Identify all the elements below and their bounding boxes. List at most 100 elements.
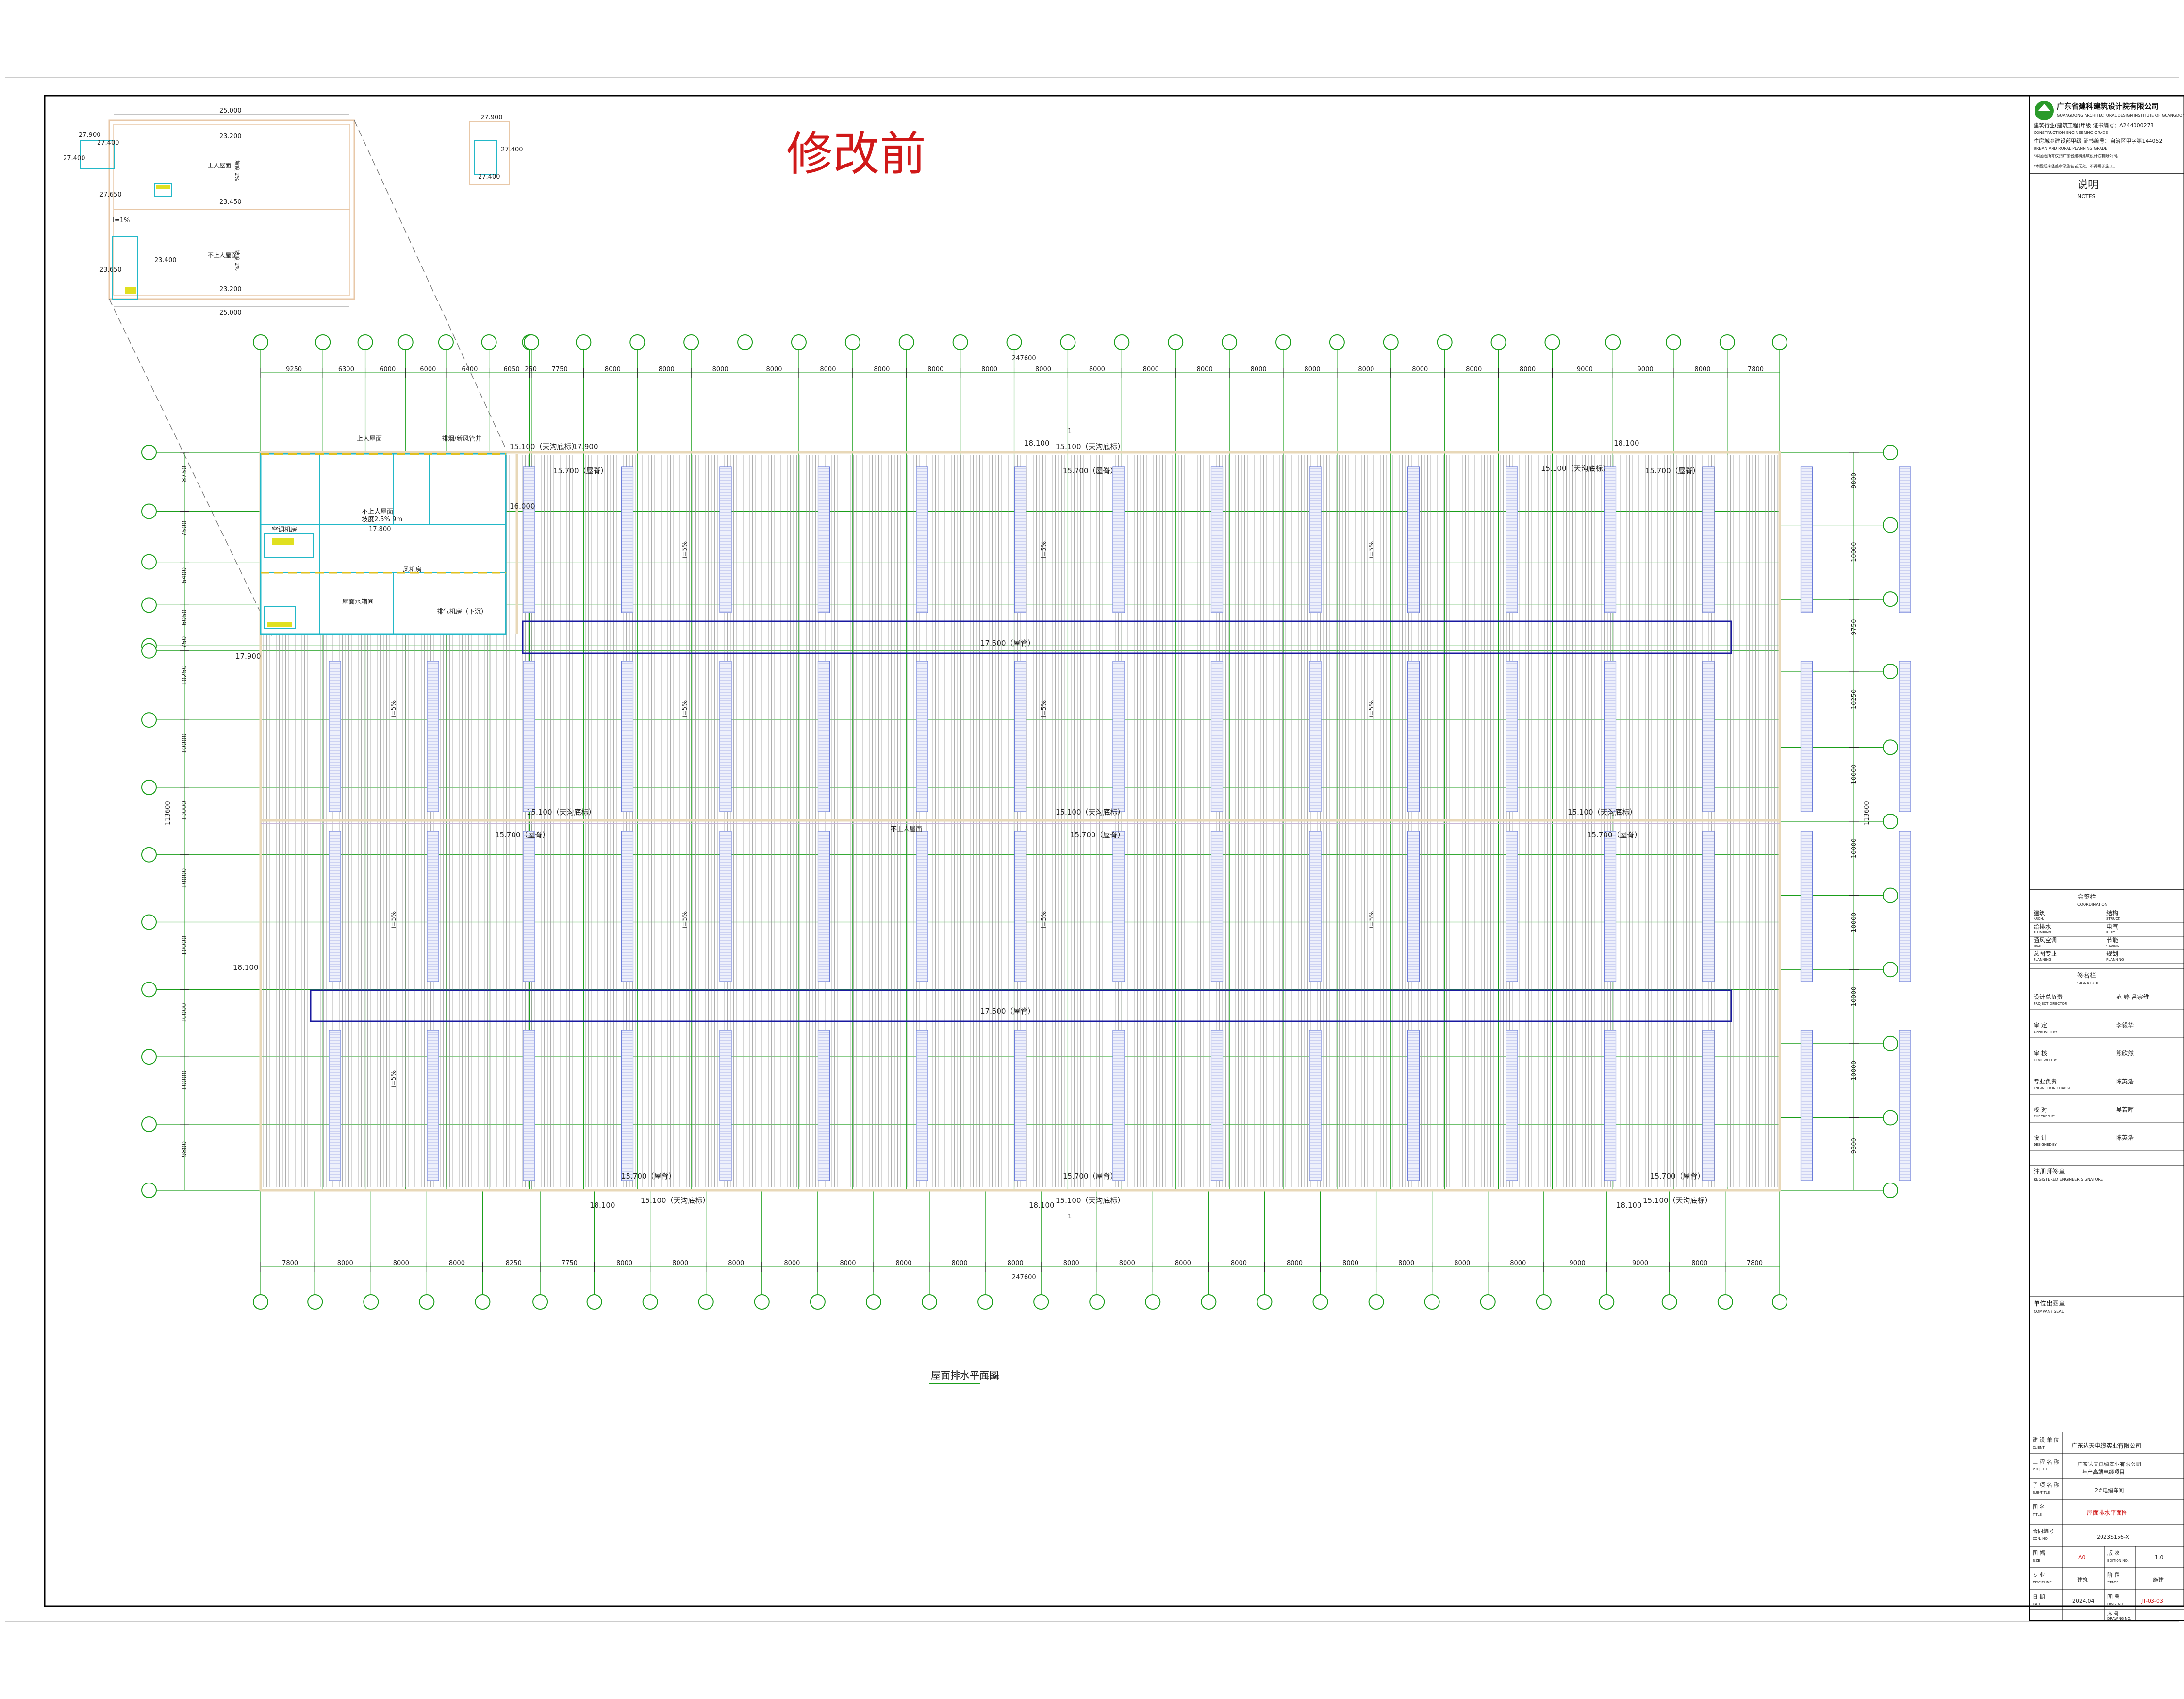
dim-bottom-segment: 8000 [1454, 1260, 1470, 1267]
grid-bubble-top [1006, 334, 1022, 350]
role-title-en: PROJECT DIRECTOR [2034, 1002, 2067, 1006]
elev-bot-15100-2: 15.100（天沟底标） [1056, 1196, 1125, 1205]
company-name: 广东省建科建筑设计院有限公司 [2057, 102, 2159, 111]
inset-elev-27400a: 27.400 [97, 139, 119, 147]
elev-mid-15700-3: 15.700（屋脊） [1587, 831, 1642, 839]
elev-17900b: 17.900 [235, 652, 261, 661]
dim-left-segment: 10000 [181, 733, 188, 753]
slope-label: i=5% [1368, 541, 1375, 558]
section-mark-top: 1 [1068, 428, 1072, 435]
role-signature-name: 陈英浩 [2116, 1078, 2134, 1085]
dim-bottom-segment: 8000 [895, 1260, 911, 1267]
slope-label: i=5% [1368, 911, 1375, 928]
title-label-en: TITLE [2032, 1513, 2042, 1516]
drawing-scale: 1:200 [984, 1374, 1000, 1380]
grid-bubble-top [253, 334, 268, 350]
drain-gutter [1702, 661, 1715, 812]
elev-bot-15100-3: 15.100（天沟底标） [1643, 1196, 1712, 1205]
drain-gutter [621, 466, 634, 613]
date-value: 2024.04 [2072, 1598, 2095, 1604]
elev-18100a: 18.100 [1024, 439, 1050, 448]
subtitle-label-en: SUB-TITLE [2033, 1491, 2050, 1495]
drain-gutter [1014, 466, 1027, 613]
drain-gutter [916, 1030, 928, 1181]
drain-gutter [523, 1030, 535, 1181]
drain-gutter [719, 466, 732, 613]
elev-18100e: 18.100 [1029, 1201, 1055, 1210]
office-room-2: 排烟/新风管井 [442, 435, 481, 443]
office-block-bg [261, 454, 506, 634]
version-label: 版 次 [2107, 1549, 2120, 1556]
grid-bubble-top [1544, 334, 1560, 350]
grid-bubble-top [1275, 334, 1291, 350]
dim-left-segment: 10000 [181, 1070, 188, 1090]
dim-top-segment: 6300 [338, 366, 354, 373]
elev-top-1: 15.100（天沟底标） [510, 442, 579, 451]
role-title: 设 计 [2034, 1134, 2047, 1141]
grid-bubble-bottom [810, 1294, 826, 1310]
grid-bubble-top [791, 334, 807, 350]
role-title: 专业负责 [2034, 1078, 2057, 1085]
grid-bubble-left [141, 914, 157, 930]
grid-bubble-right [1883, 445, 1898, 460]
dim-bottom-segment: 8000 [616, 1260, 632, 1267]
size-label-en: SIZE [2033, 1559, 2040, 1563]
drain-gutter [329, 831, 341, 982]
elev-top-15700-2: 15.700（屋脊） [1063, 466, 1118, 475]
elev-mid-15700-1: 15.700（屋脊） [495, 831, 550, 839]
drain-gutter [1112, 831, 1125, 982]
drain-gutter [1702, 831, 1715, 982]
office-room-4: 不上人屋面 [362, 508, 393, 516]
dim-right-segment: 10000 [1851, 542, 1858, 562]
dim-top-segment: 250 [525, 366, 537, 373]
grid-bubble-bottom [1312, 1294, 1328, 1310]
dim-top-segment: 7800 [1748, 366, 1764, 373]
elev-mid-15100-1: 15.100（天沟底标） [527, 808, 596, 816]
license-1-en: CONSTRUCTION ENGINEERING GRADE [2034, 131, 2108, 135]
license-1: 建筑行业(建筑工程)甲级 证书编号：A244000278 [2034, 122, 2154, 129]
stamp-title: 修改前 [786, 127, 926, 181]
dim-top-segment: 8000 [659, 366, 675, 373]
grid-bubble-top [576, 334, 592, 350]
dim-bottom-segment: 8000 [337, 1260, 353, 1267]
dim-top-segment: 8000 [1143, 366, 1159, 373]
dim-bottom-segment: 8000 [449, 1260, 465, 1267]
grid-bubble-top [629, 334, 645, 350]
grid-bubble-bottom [642, 1294, 658, 1310]
grid-bubble-top [844, 334, 860, 350]
grid-bubble-right [1883, 739, 1898, 755]
office-room-1: 上人屋面 [357, 435, 382, 443]
elev-17900a: 17.900 [573, 442, 598, 451]
dim-right-segment: 10000 [1851, 913, 1858, 933]
dim-bottom-segment: 8000 [1063, 1260, 1079, 1267]
grid-bubble-top [952, 334, 968, 350]
inset-stair-marker [156, 185, 170, 189]
slope-label: i=5% [1041, 700, 1048, 717]
grid-bubble-bottom [1480, 1294, 1496, 1310]
grid-bubble-top [1772, 334, 1787, 350]
sign-title-en: SIGNATURE [2077, 981, 2100, 985]
dim-bottom-segment: 8250 [506, 1260, 522, 1267]
office-room-7: 屋面水箱间 [342, 598, 374, 606]
discipline-name-en: PLUMBING [2034, 931, 2051, 934]
drain-gutter [719, 831, 732, 982]
grid-bubble-bottom [1717, 1294, 1733, 1310]
grid-bubble-top [1605, 334, 1621, 350]
license-2-en: URBAN AND RURAL PLANNING GRADE [2034, 146, 2107, 150]
grid-bubble-top [438, 334, 454, 350]
grid-bubble-right [1883, 1183, 1898, 1198]
grid-bubble-left [141, 779, 157, 795]
license-2: 住房城乡建设部甲级 证书编号：自治区甲字第144052 [2034, 137, 2163, 144]
role-signature-name: 李毅华 [2116, 1021, 2134, 1029]
subtitle-value: 2#电缆车间 [2095, 1487, 2124, 1494]
sign-title: 签名栏 [2077, 972, 2096, 980]
drain-gutter [1014, 831, 1027, 982]
dim-bottom-segment: 8000 [393, 1260, 409, 1267]
version-label-en: EDITION NO. [2107, 1559, 2129, 1563]
dim-right-segment: 10000 [1851, 838, 1858, 858]
role-signature-name: 范 婷 吕宗维 [2116, 993, 2149, 1000]
grid-bubble-bottom [1536, 1294, 1552, 1310]
inset-elev-27400b: 27.400 [63, 155, 85, 162]
grid-bubble-bottom [475, 1294, 491, 1310]
discipline-name: 建筑 [2034, 909, 2045, 916]
